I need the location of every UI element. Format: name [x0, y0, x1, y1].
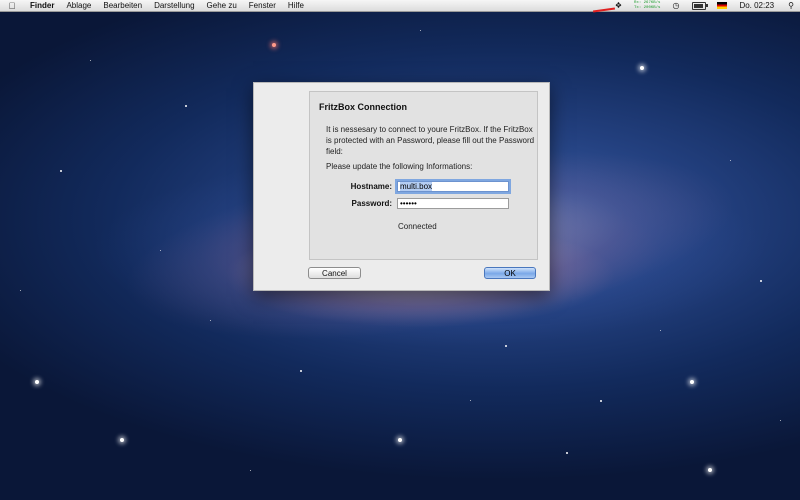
star: [120, 438, 124, 442]
time-machine-icon[interactable]: ◷: [672, 0, 679, 11]
dialog-title: FritzBox Connection: [319, 102, 407, 112]
fritzbox-connection-dialog: FritzBox Connection It is nessesary to c…: [253, 82, 550, 291]
star: [760, 280, 762, 282]
password-value: ••••••: [400, 199, 417, 208]
rx-value: 267KB/s: [643, 0, 661, 5]
menu-app-finder[interactable]: Finder: [24, 0, 60, 11]
menubar-clock[interactable]: Do. 02:23: [731, 1, 782, 10]
network-speed-monitor[interactable]: Rx: 267KB/s Tx: 200KB/s: [634, 1, 660, 11]
star: [730, 160, 731, 161]
tx-label: Tx:: [634, 5, 642, 10]
hostname-field[interactable]: multi.box: [397, 181, 509, 192]
menu-fenster[interactable]: Fenster: [243, 0, 282, 11]
battery-icon[interactable]: [692, 1, 709, 10]
menu-darstellung[interactable]: Darstellung: [148, 0, 200, 11]
star: [600, 400, 602, 402]
star: [60, 170, 62, 172]
star: [160, 250, 161, 251]
star: [505, 345, 507, 347]
connection-status: Connected: [398, 222, 437, 231]
password-label: Password:: [351, 199, 392, 208]
star: [20, 290, 21, 291]
menu-gehe-zu[interactable]: Gehe zu: [201, 0, 243, 11]
password-field[interactable]: ••••••: [397, 198, 509, 209]
rx-label: Rx:: [634, 0, 642, 5]
menu-hilfe[interactable]: Hilfe: [282, 0, 310, 11]
tx-value: 200KB/s: [643, 5, 661, 10]
star: [708, 468, 712, 472]
star: [300, 370, 302, 372]
star: [470, 400, 471, 401]
cancel-button[interactable]: Cancel: [308, 267, 361, 279]
star: [660, 330, 661, 331]
spotlight-search-icon[interactable]: ⚲: [788, 0, 794, 11]
apple-logo-icon[interactable]: : [0, 1, 24, 11]
star: [420, 30, 421, 31]
star: [185, 105, 187, 107]
star: [566, 452, 568, 454]
star: [90, 60, 91, 61]
menu-bearbeiten[interactable]: Bearbeiten: [97, 0, 148, 11]
dropbox-icon[interactable]: ❖: [615, 0, 622, 11]
star: [210, 320, 211, 321]
star: [690, 380, 694, 384]
star: [780, 420, 781, 421]
star: [250, 470, 251, 471]
star: [398, 438, 402, 442]
menu-bar:  Finder Ablage Bearbeiten Darstellung G…: [0, 0, 800, 12]
menu-extras: ❖ Rx: 267KB/s Tx: 200KB/s ◷ Do. 02:23 ⚲: [609, 0, 800, 11]
star: [35, 380, 39, 384]
ok-button[interactable]: OK: [484, 267, 536, 279]
dialog-content-panel: FritzBox Connection It is nessesary to c…: [309, 91, 538, 260]
dialog-prompt: Please update the following Informations…: [326, 162, 473, 171]
menu-ablage[interactable]: Ablage: [60, 0, 97, 11]
star: [272, 43, 276, 47]
hostname-value: multi.box: [400, 182, 433, 191]
hostname-label: Hostname:: [350, 182, 392, 191]
star: [640, 66, 644, 70]
flag-germany-icon[interactable]: [717, 2, 728, 9]
dialog-description: It is nessesary to connect to youre Frit…: [326, 125, 535, 156]
